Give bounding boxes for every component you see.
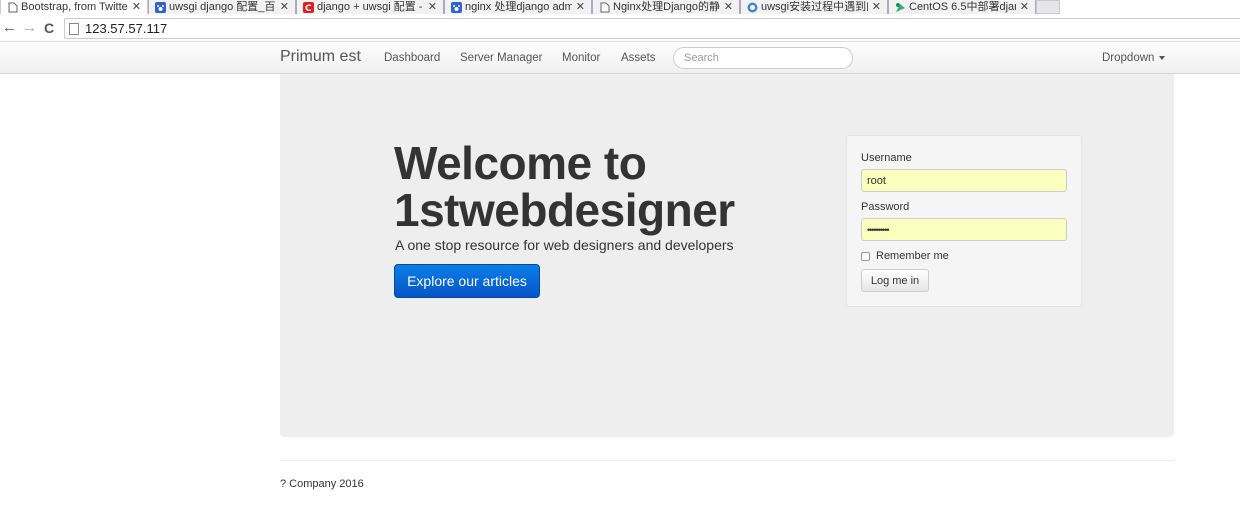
browser-tab-title: Nginx处理Django的静态 [613, 0, 720, 13]
browser-tab[interactable]: Bootstrap, from Twitter ✕ [0, 0, 148, 14]
login-form: Username root Password •••••••••• Rememb… [846, 135, 1082, 307]
explore-articles-button[interactable]: Explore our articles [394, 264, 540, 298]
password-value: •••••••••• [867, 224, 889, 235]
hero-lead: A one stop resource for web designers an… [395, 237, 734, 253]
close-icon[interactable]: ✕ [576, 1, 585, 14]
svg-text:C: C [305, 4, 312, 13]
forward-icon[interactable]: → [22, 20, 37, 36]
password-label: Password [861, 201, 910, 213]
caret-down-icon [1159, 55, 1166, 60]
browser-tab-title: Bootstrap, from Twitter [21, 0, 128, 13]
search-placeholder: Search [684, 52, 719, 64]
nav-link-assets[interactable]: Assets [621, 52, 656, 64]
password-field[interactable]: •••••••••• [861, 218, 1067, 241]
dropdown-label: Dropdown [1102, 52, 1155, 64]
hero-title-line2: 1stwebdesigner [394, 184, 735, 236]
browser-tab[interactable]: uwsgi django 配置_百度 ✕ [148, 0, 296, 14]
close-icon[interactable]: ✕ [872, 1, 881, 14]
hero-title: Welcome to 1stwebdesigner [394, 140, 735, 234]
hero-title-line1: Welcome to [394, 137, 647, 189]
nav-link-dashboard[interactable]: Dashboard [384, 52, 440, 64]
back-icon[interactable]: ← [2, 20, 17, 36]
browser-tab-title: uwsgi安装过程中遇到的 [761, 0, 868, 13]
remember-me-checkbox[interactable] [861, 252, 870, 261]
browser-tab[interactable]: uwsgi安装过程中遇到的 ✕ [740, 0, 888, 14]
browser-tab-title: uwsgi django 配置_百度 [169, 0, 276, 13]
remember-me-label: Remember me [876, 250, 949, 262]
username-label: Username [861, 152, 912, 164]
footer-divider [280, 460, 1174, 461]
dropdown-toggle[interactable]: Dropdown [1102, 52, 1166, 64]
reload-icon[interactable]: C [44, 20, 54, 36]
csdn-c-icon: C [303, 1, 314, 14]
url-text: 123.57.57.117 [85, 21, 168, 36]
search-input[interactable]: Search [673, 47, 853, 69]
page-icon [7, 2, 18, 13]
hero-unit: Welcome to 1stwebdesigner A one stop res… [280, 74, 1174, 437]
nav-link-server-manager[interactable]: Server Manager [460, 52, 542, 64]
browser-tab-title: nginx 处理django admi [465, 0, 572, 13]
url-field[interactable]: 123.57.57.117 [64, 18, 1240, 39]
green-leaf-icon [895, 2, 906, 13]
footer-text: ? Company 2016 [280, 478, 364, 490]
browser-tab-strip: Bootstrap, from Twitter ✕ uwsgi django 配… [0, 0, 1240, 14]
log-in-button[interactable]: Log me in [861, 269, 929, 292]
page-icon [69, 22, 79, 35]
close-icon[interactable]: ✕ [724, 1, 733, 14]
page-icon [599, 2, 610, 13]
close-icon[interactable]: ✕ [280, 1, 289, 14]
site-navbar: Primum est Dashboard Server Manager Moni… [0, 43, 1240, 74]
close-icon[interactable]: ✕ [132, 1, 141, 14]
address-bar: ← → C 123.57.57.117 [0, 14, 1240, 42]
nav-link-monitor[interactable]: Monitor [562, 52, 600, 64]
close-icon[interactable]: ✕ [1020, 1, 1029, 14]
browser-tab[interactable]: Nginx处理Django的静态 ✕ [592, 0, 740, 14]
username-field[interactable]: root [861, 169, 1067, 192]
baidu-paw-icon [451, 1, 462, 13]
brand-link[interactable]: Primum est [280, 48, 361, 66]
browser-tab-title: django + uwsgi 配置 - [317, 0, 423, 13]
blue-circle-icon [747, 2, 758, 13]
browser-tab[interactable]: nginx 处理django admi ✕ [444, 0, 592, 14]
username-value: root [867, 174, 886, 187]
browser-tab-title: CentOS 6.5中部署djang [909, 0, 1016, 13]
new-tab-button[interactable] [1036, 0, 1060, 14]
browser-tab[interactable]: CentOS 6.5中部署djang ✕ [888, 0, 1036, 14]
browser-tab[interactable]: C django + uwsgi 配置 - ✕ [296, 0, 444, 14]
baidu-paw-icon [155, 1, 166, 13]
close-icon[interactable]: ✕ [428, 1, 437, 14]
